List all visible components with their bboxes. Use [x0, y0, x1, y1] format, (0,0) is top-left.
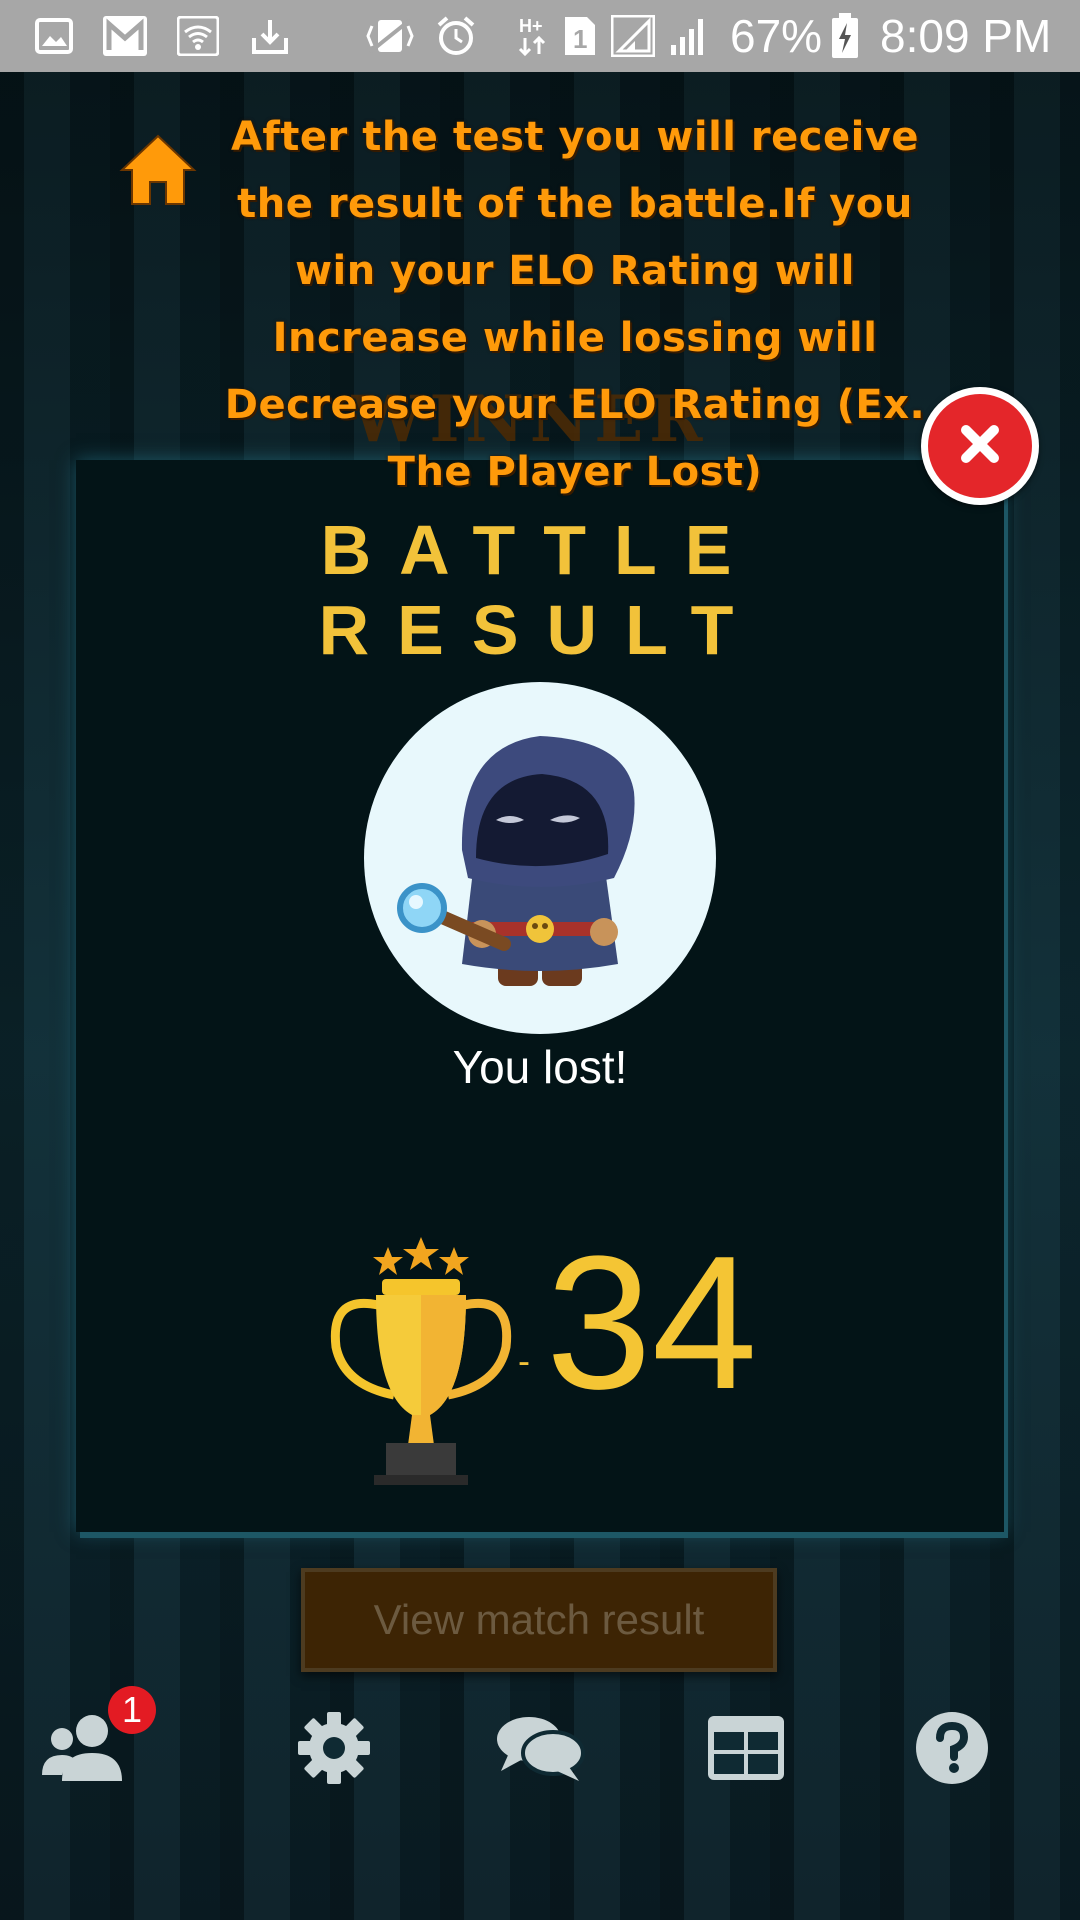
clock: 8:09 PM [880, 10, 1052, 62]
home-icon[interactable] [118, 132, 198, 206]
svg-text:H+: H+ [519, 16, 543, 36]
close-button-fill [928, 394, 1032, 498]
battle-result-screen: H+ 1 67% 8:09 PM After the test you will… [0, 0, 1080, 1920]
settings-icon [296, 1710, 372, 1790]
wifi-icon [176, 14, 220, 58]
view-match-result-button[interactable]: View match result [301, 1568, 777, 1672]
download-icon [248, 14, 292, 58]
svg-text:1: 1 [573, 24, 587, 54]
result-text: You lost! [452, 1041, 628, 1093]
battery-charging-icon [830, 13, 860, 58]
close-icon [958, 422, 1002, 470]
score-change-sign: - [518, 1340, 530, 1381]
vibrate-icon [362, 14, 418, 58]
chat-icon [495, 1713, 585, 1787]
friends-badge: 1 [108, 1686, 156, 1734]
tutorial-instruction: After the test you will receive the resu… [224, 114, 926, 495]
close-button[interactable] [921, 387, 1039, 505]
signal-2-icon [668, 14, 710, 58]
elo-score-change: 34 [546, 1217, 758, 1429]
sim1-icon: 1 [562, 14, 598, 58]
signal-icon [610, 14, 656, 58]
nav-chat[interactable] [490, 1700, 590, 1800]
battle-result-card: BATTLE RESULT You lost! - 34 [76, 460, 1004, 1532]
card-title: BATTLE RESULT [318, 511, 762, 669]
hooded-mage-avatar [397, 736, 635, 986]
nav-leaderboard[interactable] [696, 1700, 796, 1800]
player-avatar [364, 682, 716, 1034]
hplus-data-icon: H+ [516, 14, 550, 58]
status-bar: H+ 1 67% 8:09 PM [0, 0, 1080, 72]
gmail-icon [100, 14, 150, 58]
nav-settings[interactable] [284, 1700, 384, 1800]
leaderboard-icon [706, 1714, 786, 1786]
help-icon [914, 1710, 990, 1790]
battery-percentage: 67% [730, 10, 823, 62]
trophy-icon [326, 1235, 516, 1490]
nav-help[interactable] [902, 1700, 1002, 1800]
gallery-icon [34, 14, 74, 58]
alarm-icon [434, 14, 478, 58]
